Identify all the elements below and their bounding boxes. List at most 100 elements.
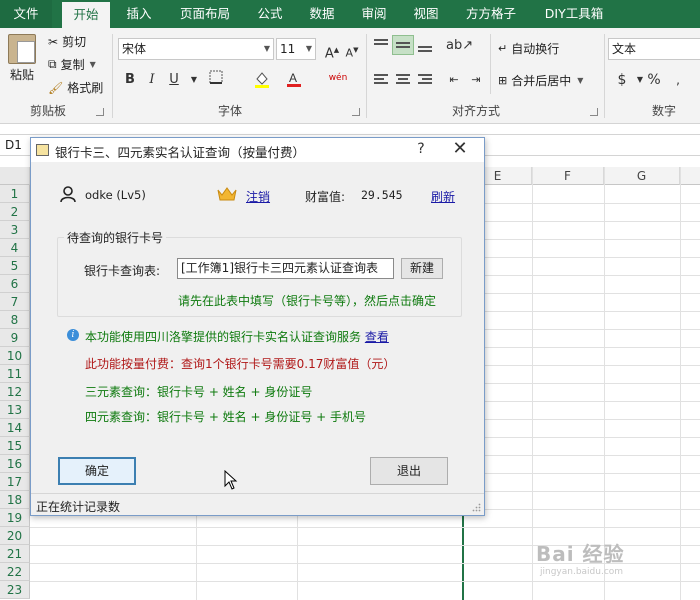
fill-color-icon[interactable] (252, 70, 272, 90)
paste-button-label[interactable]: 粘贴 (10, 66, 34, 83)
row-header[interactable]: 19 (0, 509, 30, 527)
row-header[interactable]: 12 (0, 383, 30, 401)
close-button[interactable]: ✕ (449, 138, 471, 159)
phonetic-guide-icon[interactable]: wén (328, 68, 348, 88)
user-icon (60, 186, 76, 203)
font-size-select[interactable]: 11 ▼ (276, 38, 316, 60)
group-divider (604, 34, 605, 118)
tab-diy-toolbox[interactable]: DIY工具箱 (536, 0, 612, 28)
watermark-url: jingyan.baidu.com (540, 567, 624, 577)
row-header[interactable]: 14 (0, 419, 30, 437)
tab-review[interactable]: 审阅 (354, 0, 394, 28)
row-header[interactable]: 16 (0, 455, 30, 473)
row-header[interactable]: 8 (0, 311, 30, 329)
dialog-title-bar[interactable]: 银行卡三、四元素实名认证查询（按量付费） ? ✕ (31, 138, 484, 162)
app-icon (36, 144, 49, 156)
font-name-select[interactable]: 宋体 ▼ (118, 38, 274, 60)
number-format-value: 文本 (612, 42, 637, 56)
decrease-indent-icon[interactable]: ⇤ (444, 70, 464, 90)
clipboard-launcher-icon[interactable] (96, 108, 104, 116)
row-header[interactable]: 23 (0, 581, 30, 599)
column-header-h[interactable] (680, 167, 700, 185)
view-link[interactable]: 查看 (365, 330, 389, 344)
row-header[interactable]: 5 (0, 257, 30, 275)
tab-insert[interactable]: 插入 (118, 0, 160, 28)
status-bar: 正在统计记录数 (31, 493, 484, 515)
merge-center-label: 合并后居中 (511, 74, 572, 88)
tab-fangfang[interactable]: 方方格子 (458, 0, 524, 28)
wrap-text-icon: ↵ (498, 42, 508, 55)
tab-file[interactable]: 文件 (0, 0, 52, 28)
underline-dropdown-icon[interactable]: ▼ (184, 70, 204, 90)
gridline (30, 527, 700, 528)
bank-card-query-dialog: 银行卡三、四元素实名认证查询（按量付费） ? ✕ odke (Lv5) 注销 财… (30, 137, 485, 516)
number-format-select[interactable]: 文本 (608, 38, 700, 60)
copy-button[interactable]: ⧉ 复制 ▼ (48, 56, 96, 73)
resize-grip-icon[interactable] (472, 503, 481, 512)
query-table-input[interactable]: [工作簿1]银行卡三四元素认证查询表 (177, 258, 394, 279)
exit-button[interactable]: 退出 (370, 457, 448, 485)
column-header-g[interactable]: G (604, 167, 680, 185)
row-header[interactable]: 1 (0, 185, 30, 203)
percent-button[interactable]: % (644, 70, 664, 90)
row-header[interactable]: 7 (0, 293, 30, 311)
hint-text: 请先在此表中填写（银行卡号等），然后点击确定 (178, 294, 437, 308)
merge-center-button[interactable]: ⊞ 合并后居中 ▼ (498, 72, 583, 89)
orientation-icon[interactable]: ab↗ (446, 36, 473, 56)
row-header[interactable]: 9 (0, 329, 30, 347)
row-header[interactable]: 3 (0, 221, 30, 239)
row-header[interactable]: 20 (0, 527, 30, 545)
row-header[interactable]: 2 (0, 203, 30, 221)
format-painter-button[interactable]: 🖌 格式刷 (48, 79, 103, 96)
comma-style-icon[interactable]: , (668, 70, 688, 90)
row-header[interactable]: 10 (0, 347, 30, 365)
row-header[interactable]: 4 (0, 239, 30, 257)
logout-link[interactable]: 注销 (246, 188, 270, 205)
font-color-icon[interactable]: A (284, 70, 304, 90)
tab-data[interactable]: 数据 (302, 0, 342, 28)
wealth-label: 财富值: (305, 190, 346, 204)
increase-font-icon[interactable]: A▲ (322, 40, 342, 61)
tab-home[interactable]: 开始 (62, 0, 110, 28)
row-header[interactable]: 17 (0, 473, 30, 491)
select-all-corner[interactable] (0, 167, 30, 185)
paste-icon[interactable] (8, 34, 36, 64)
font-size-value: 11 (280, 42, 296, 56)
row-header[interactable]: 15 (0, 437, 30, 455)
tab-view[interactable]: 视图 (406, 0, 446, 28)
italic-button[interactable]: I (142, 70, 162, 90)
increase-indent-icon[interactable]: ⇥ (466, 70, 486, 90)
scissors-icon: ✂ (48, 34, 59, 49)
decrease-font-icon[interactable]: A▼ (342, 40, 362, 60)
ok-button[interactable]: 确定 (58, 457, 136, 485)
refresh-link[interactable]: 刷新 (431, 188, 455, 205)
row-header[interactable]: 11 (0, 365, 30, 383)
name-box[interactable]: D1 (2, 136, 32, 155)
dialog-title: 银行卡三、四元素实名认证查询（按量付费） (55, 145, 306, 160)
currency-button[interactable]: $ (612, 70, 632, 90)
bold-button[interactable]: B (120, 70, 140, 90)
row-header[interactable]: 6 (0, 275, 30, 293)
tab-formulas[interactable]: 公式 (250, 0, 290, 28)
row-header[interactable]: 21 (0, 545, 30, 563)
watermark: Bai 经验 (536, 542, 625, 566)
help-button[interactable]: ? (411, 141, 431, 157)
copy-label: 复制 (60, 58, 85, 72)
cut-button[interactable]: ✂ 剪切 (48, 33, 86, 50)
font-launcher-icon[interactable] (352, 108, 360, 116)
wrap-text-button[interactable]: ↵ 自动换行 (498, 40, 559, 57)
tab-page-layout[interactable]: 页面布局 (172, 0, 238, 28)
row-header[interactable]: 18 (0, 491, 30, 509)
column-header-f[interactable]: F (532, 167, 604, 185)
underline-button[interactable]: U (164, 70, 184, 90)
align-middle-icon[interactable] (392, 35, 414, 55)
format-painter-label: 格式刷 (67, 81, 104, 95)
copy-dropdown-icon[interactable]: ▼ (90, 60, 96, 69)
row-header[interactable]: 22 (0, 563, 30, 581)
row-header[interactable]: 13 (0, 401, 30, 419)
wealth-value: 29.545 (361, 188, 403, 202)
borders-icon[interactable] (206, 70, 226, 90)
alignment-group-label: 对齐方式 (452, 104, 501, 118)
alignment-launcher-icon[interactable] (590, 108, 598, 116)
new-button[interactable]: 新建 (401, 258, 443, 279)
